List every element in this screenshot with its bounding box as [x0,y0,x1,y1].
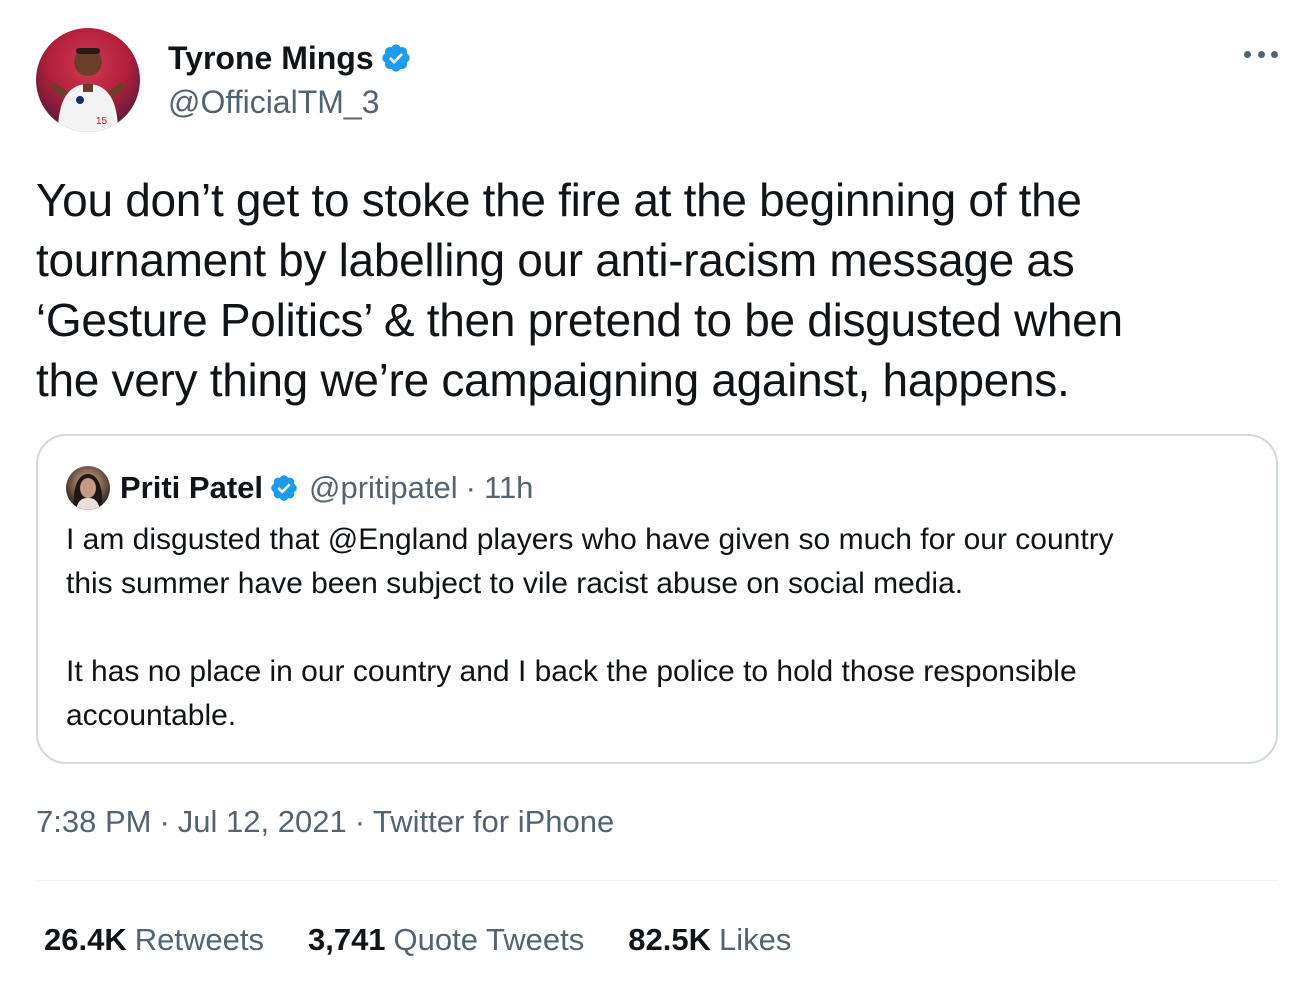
more-dot [1244,50,1251,58]
quoted-author-avatar [66,466,110,510]
tweet-source[interactable]: Twitter for iPhone [373,804,614,839]
tweet-text-line: You don’t get to stoke the fire at the b… [36,174,1082,226]
quoted-text-line: It has no place in our country and I bac… [66,655,1077,688]
quoted-timestamp[interactable]: 11h [484,468,533,508]
likes-label: Likes [719,922,792,957]
tweet-text-line: tournament by labelling our anti-racism … [36,234,1075,286]
tweet-date[interactable]: Jul 12, 2021 [178,804,347,839]
verified-badge-icon [381,44,410,72]
separator-dot: · [159,804,170,839]
tweet-stats: 26.4K Retweets 3,741 Quote Tweets 82.5K Lik… [44,920,835,960]
retweets-stat[interactable]: 26.4K Retweets [44,920,264,960]
author-name-row[interactable]: Tyrone Mings [168,38,412,78]
author-handle[interactable]: @OfficialTM_3 [168,82,380,122]
quote-tweets-count: 3,741 [307,922,386,957]
avatar-photo: 15 [50,48,126,132]
svg-text:15: 15 [96,116,108,127]
likes-count: 82.5K [628,922,711,957]
more-options-icon[interactable] [1244,44,1278,64]
tweet-time[interactable]: 7:38 PM [36,804,151,839]
tweet-text-line: the very thing we’re campaigning against… [36,354,1070,406]
author-name[interactable]: Tyrone Mings [168,38,374,78]
quoted-author-name[interactable]: Priti Patel [120,468,263,508]
retweets-label: Retweets [134,922,264,957]
author-avatar[interactable]: 15 [36,28,140,132]
more-dot [1271,50,1278,58]
retweets-count: 26.4K [44,922,127,957]
divider [36,880,1278,881]
quoted-avatar-photo [73,474,103,510]
separator-dot: · [354,804,366,839]
separator-dot: · [465,470,476,505]
likes-stat[interactable]: 82.5K Likes [628,920,791,960]
quoted-text-line: accountable. [66,699,237,732]
quoted-text-line: this summer have been subject to vile ra… [66,567,964,600]
quote-tweets-stat[interactable]: 3,741 Quote Tweets [308,920,584,960]
quoted-text: I am disgusted that @England players who… [66,518,1256,738]
verified-badge-icon [271,475,297,501]
quoted-tweet[interactable]: Priti Patel @pritipatel · 11h I am disgu… [36,434,1278,764]
quoted-header: Priti Patel @pritipatel · 11h [120,468,533,508]
quoted-text-line: I am disgusted that @England players who… [66,523,1114,556]
tweet-text-line: ‘Gesture Politics’ & then pretend to be … [36,294,1123,346]
more-dot [1257,50,1265,58]
tweet-detail: 15 Tyrone Mings @OfficialTM_3 You don’t … [0,0,1312,996]
quote-tweets-label: Quote Tweets [393,922,585,957]
tweet-text: You don’t get to stoke the fire at the b… [36,170,1276,410]
quoted-author-handle: @pritipatel [309,470,458,505]
tweet-meta: 7:38 PM · Jul 12, 2021 · Twitter for iPhone [36,802,614,842]
